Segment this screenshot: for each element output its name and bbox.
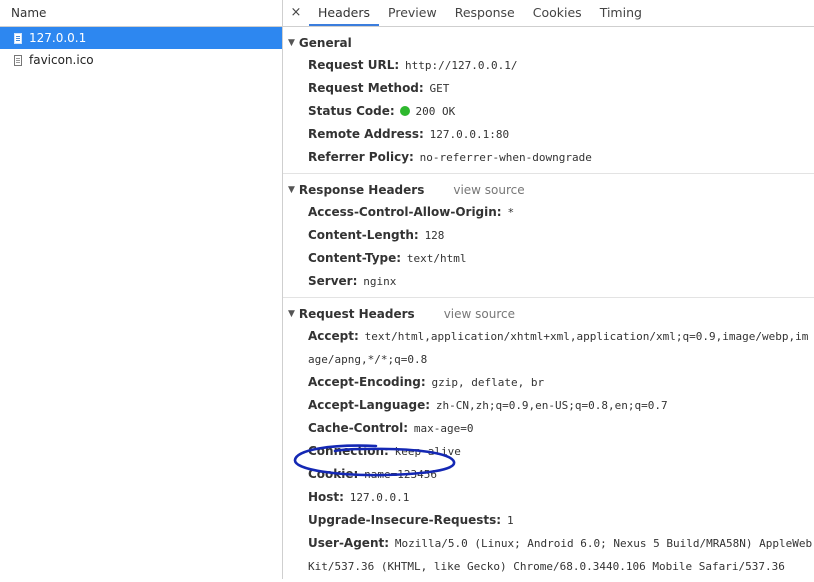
response-headers-section-header[interactable]: ▼ Response Headers view source (283, 179, 814, 201)
header-value: text/html,application/xhtml+xml,applicat… (308, 330, 809, 366)
header-row: Accept-Encoding: gzip, deflate, br (283, 371, 814, 394)
header-value: no-referrer-when-downgrade (419, 151, 592, 164)
header-row: Accept-Language: zh-CN,zh;q=0.9,en-US;q=… (283, 394, 814, 417)
header-key: Referrer Policy: (308, 150, 414, 164)
header-row: Request Method: GET (283, 77, 814, 100)
header-key: Accept-Language: (308, 398, 431, 412)
header-key: User-Agent: (308, 536, 390, 550)
view-source-link[interactable]: view source (453, 179, 524, 201)
header-key: Access-Control-Allow-Origin: (308, 205, 502, 219)
header-row: Connection: keep-alive (283, 440, 814, 463)
header-key: Upgrade-Insecure-Requests: (308, 513, 502, 527)
view-source-link[interactable]: view source (444, 303, 515, 325)
header-value: zh-CN,zh;q=0.9,en-US;q=0.8,en;q=0.7 (435, 399, 668, 412)
header-key: Request Method: (308, 81, 424, 95)
document-icon (14, 32, 22, 44)
header-value: name=123456 (364, 468, 438, 481)
header-key: Content-Type: (308, 251, 402, 265)
request-list-panel: Name 127.0.0.1 favicon.ico (0, 0, 283, 579)
tab-preview[interactable]: Preview (379, 0, 446, 26)
header-value: 127.0.0.1 (349, 491, 410, 504)
header-row-cookie: Cookie: name=123456 (283, 463, 814, 486)
response-headers-section: ▼ Response Headers view source Access-Co… (283, 174, 814, 298)
header-key: Server: (308, 274, 358, 288)
header-row: Content-Type: text/html (283, 247, 814, 270)
header-value: GET (429, 82, 450, 95)
header-value: nginx (363, 275, 397, 288)
header-key: Accept-Encoding: (308, 375, 426, 389)
header-key: Host: (308, 490, 344, 504)
request-row-favicon[interactable]: favicon.ico (0, 49, 282, 71)
name-column-header[interactable]: Name (0, 0, 282, 27)
triangle-down-icon: ▼ (288, 185, 295, 195)
header-row: Server: nginx (283, 270, 814, 293)
section-title: General (298, 36, 352, 50)
triangle-down-icon: ▼ (288, 309, 295, 319)
general-section: ▼ General Request URL: http://127.0.0.1/… (283, 27, 814, 174)
header-row: Host: 127.0.0.1 (283, 486, 814, 509)
general-section-header[interactable]: ▼ General (283, 32, 814, 54)
header-row: Cache-Control: max-age=0 (283, 417, 814, 440)
header-row: Upgrade-Insecure-Requests: 1 (283, 509, 814, 532)
header-value: text/html (406, 252, 467, 265)
header-key: Remote Address: (308, 127, 424, 141)
header-row: Referrer Policy: no-referrer-when-downgr… (283, 146, 814, 169)
header-key: Status Code: (308, 104, 395, 118)
header-key: Cache-Control: (308, 421, 409, 435)
tab-cookies[interactable]: Cookies (524, 0, 591, 26)
request-details-panel: × Headers Preview Response Cookies Timin… (283, 0, 814, 579)
header-row: Status Code: 200 OK (283, 100, 814, 123)
request-headers-section: ▼ Request Headers view source Accept: te… (283, 298, 814, 582)
header-value: * (507, 206, 515, 219)
header-value: 127.0.0.1:80 (429, 128, 510, 141)
header-value: 1 (506, 514, 514, 527)
tab-timing[interactable]: Timing (591, 0, 651, 26)
header-row: Request URL: http://127.0.0.1/ (283, 54, 814, 77)
header-key: Cookie: (308, 467, 359, 481)
header-key: Connection: (308, 444, 389, 458)
header-value: gzip, deflate, br (431, 376, 545, 389)
header-row: User-Agent: Mozilla/5.0 (Linux; Android … (283, 532, 814, 578)
request-headers-section-header[interactable]: ▼ Request Headers view source (283, 303, 814, 325)
section-title: Request Headers (298, 307, 415, 321)
close-icon[interactable]: × (283, 0, 309, 26)
header-value: 128 (424, 229, 445, 242)
header-row: Remote Address: 127.0.0.1:80 (283, 123, 814, 146)
request-row-127-0-0-1[interactable]: 127.0.0.1 (0, 27, 282, 49)
header-key: Content-Length: (308, 228, 419, 242)
triangle-down-icon: ▼ (288, 38, 295, 48)
status-ok-icon (400, 106, 411, 116)
request-name: 127.0.0.1 (29, 31, 87, 45)
header-row: Accept: text/html,application/xhtml+xml,… (283, 325, 814, 371)
header-value: 200 OK (415, 105, 456, 118)
tab-response[interactable]: Response (446, 0, 524, 26)
document-icon (14, 54, 22, 66)
header-row: Content-Length: 128 (283, 224, 814, 247)
header-row: Access-Control-Allow-Origin: * (283, 201, 814, 224)
details-tab-bar: × Headers Preview Response Cookies Timin… (283, 0, 814, 27)
request-name: favicon.ico (29, 53, 94, 67)
section-title: Response Headers (298, 183, 425, 197)
header-value: max-age=0 (413, 422, 474, 435)
tab-headers[interactable]: Headers (309, 0, 380, 26)
header-value: http://127.0.0.1/ (404, 59, 518, 72)
header-key: Accept: (308, 329, 359, 343)
header-value: keep-alive (394, 445, 461, 458)
header-key: Request URL: (308, 58, 400, 72)
